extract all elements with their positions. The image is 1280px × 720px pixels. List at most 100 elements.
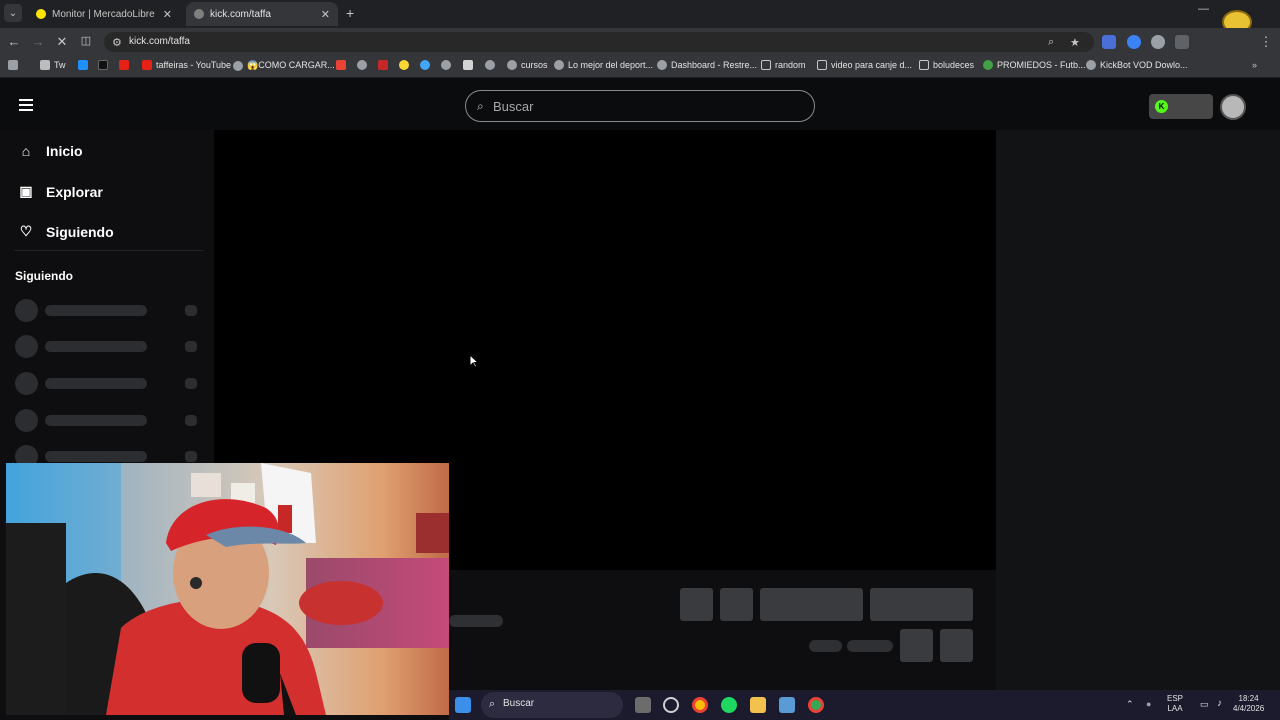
nav-explorar[interactable]: ▣ Explorar [18, 183, 103, 200]
more-bookmarks-chevron-icon[interactable]: » [1252, 60, 1257, 70]
bookmark-youtube-icon[interactable] [119, 60, 133, 70]
search-icon: ⌕ [489, 698, 496, 710]
url-text[interactable]: kick.com/taffa [129, 36, 190, 47]
keyboard-layout: LAA [1167, 704, 1183, 713]
bookmark-globe-icon[interactable] [357, 60, 371, 70]
task-view-icon[interactable] [635, 697, 651, 713]
back-arrow-icon[interactable]: ← [6, 34, 22, 49]
bookmark-cursos[interactable]: cursos [507, 60, 548, 70]
site-info-icon[interactable]: ⚙ [112, 36, 122, 49]
bookmark-folder-boludeces[interactable]: boludeces [919, 60, 974, 70]
minimize-window-icon[interactable]: — [1198, 3, 1209, 15]
bookmark-como-cargar[interactable]: 😱COMO CARGAR... [233, 60, 335, 71]
action-button-skeleton [680, 588, 713, 621]
spotify-icon[interactable] [721, 697, 737, 713]
extension-grey-icon[interactable] [1151, 35, 1165, 49]
network-icon[interactable]: ▭ [1200, 699, 1209, 710]
globe-icon [233, 60, 243, 71]
tab-mercadolibre[interactable]: Monitor | MercadoLibre ✕ [28, 2, 180, 26]
stat-skeleton [847, 640, 893, 652]
bookmark-label: 😱COMO CARGAR... [247, 60, 335, 70]
close-tab-icon[interactable]: ✕ [163, 8, 172, 21]
bookmark-yellow-icon[interactable] [399, 60, 413, 70]
mouse-cursor-icon [469, 354, 479, 368]
globe-icon [507, 60, 517, 70]
stop-loading-icon[interactable]: ✕ [54, 34, 70, 50]
nav-inicio[interactable]: ⌂ Inicio [18, 143, 83, 159]
nav-siguiendo[interactable]: ♡ Siguiendo [18, 223, 114, 240]
bookmark-folder-random[interactable]: random [761, 60, 806, 70]
bookmark-red-icon[interactable] [378, 60, 392, 70]
nav-label: Explorar [46, 183, 103, 200]
sidebar-divider [14, 250, 204, 251]
mercadolibre-favicon-icon [36, 9, 46, 19]
bookmark-tw[interactable]: Tw [40, 60, 66, 70]
channel-info-skeleton [449, 615, 503, 627]
new-tab-button[interactable]: + [346, 5, 354, 21]
taskbar-search-label: Buscar [503, 698, 535, 709]
close-tab-icon[interactable]: ✕ [321, 8, 330, 21]
bookmark-label: Tw [54, 60, 66, 70]
chrome-profile-icon[interactable] [808, 697, 824, 713]
extensions-puzzle-icon[interactable] [1175, 35, 1189, 49]
bookmark-label: Dashboard - Restre... [671, 60, 758, 70]
folder-icon [919, 60, 929, 70]
extension-blue-icon[interactable] [1127, 35, 1141, 49]
following-heading: Siguiendo [15, 269, 73, 283]
tab-search-chevron-icon[interactable]: ⌄ [4, 4, 22, 22]
more-button-skeleton [940, 629, 973, 662]
bookmark-gmail-icon[interactable] [336, 60, 350, 70]
address-bar[interactable]: ⚙ kick.com/taffa ⌕ ★ [104, 32, 1094, 52]
search-icon: ⌕ [477, 99, 484, 113]
windows-start-icon[interactable] [455, 697, 471, 713]
following-skeleton-row [15, 299, 205, 322]
bookmark-folder-video-para-canje[interactable]: video para canje d... [817, 60, 912, 70]
chat-panel [996, 130, 1280, 690]
user-avatar[interactable] [1220, 94, 1246, 120]
bookmark-lo-mejor-del-deporte[interactable]: Lo mejor del deport... [554, 60, 653, 70]
chrome-icon[interactable] [692, 697, 708, 713]
kick-rewards-button[interactable]: K [1149, 94, 1213, 119]
bookmark-taffeiras-youtube[interactable]: taffeiras - YouTube [142, 60, 231, 70]
volume-icon[interactable]: ♪ [1217, 698, 1222, 709]
microphone-icon[interactable]: ● [1146, 699, 1151, 709]
tab-title: Monitor | MercadoLibre [52, 8, 155, 20]
bookmark-dashboard-restream[interactable]: Dashboard - Restre... [657, 60, 757, 70]
globe-icon [657, 60, 667, 70]
tab-kick[interactable]: kick.com/taffa ✕ [186, 2, 338, 26]
bookmark-blue-icon[interactable] [420, 60, 434, 70]
bookmark-kickbot-vod[interactable]: KickBot VOD Dowlo... [1086, 60, 1188, 70]
nav-label: Inicio [46, 143, 83, 159]
forward-arrow-icon[interactable]: → [30, 34, 46, 49]
youtube-icon [142, 60, 152, 70]
globe-favicon-icon [194, 9, 204, 19]
microsoft-store-icon[interactable] [779, 697, 795, 713]
windows-taskbar: ⌕ Buscar ⌃ ● ESP LAA ▭ ♪ 18:24 4/4/2026 [449, 690, 1280, 720]
browser-menu-icon[interactable]: ⋮ [1258, 34, 1274, 50]
side-panel-icon[interactable]: ◫ [78, 34, 94, 47]
apps-grid-icon[interactable] [8, 60, 22, 70]
bookmark-tiktok-icon[interactable] [98, 60, 112, 70]
search-input[interactable]: ⌕ Buscar [465, 90, 815, 122]
zoom-icon[interactable]: ⌕ [1048, 36, 1054, 49]
clock[interactable]: 18:24 4/4/2026 [1233, 694, 1264, 714]
file-explorer-icon[interactable] [750, 697, 766, 713]
bookmark-label: PROMIEDOS - Futb... [997, 60, 1086, 70]
language-indicator[interactable]: ESP LAA [1167, 694, 1183, 714]
bookmark-globe-icon[interactable] [485, 60, 499, 70]
extension-translate-icon[interactable] [1102, 35, 1116, 49]
hamburger-menu-icon[interactable] [19, 99, 33, 111]
clock-time: 18:24 [1238, 694, 1259, 703]
bookmark-label: Lo mejor del deport... [568, 60, 654, 70]
globe-icon [554, 60, 564, 70]
browser-tab-strip: ⌄ Monitor | MercadoLibre ✕ kick.com/taff… [0, 0, 1280, 34]
bookmark-star-icon[interactable]: ★ [1070, 36, 1080, 49]
bookmark-twitch-icon[interactable] [78, 60, 92, 70]
bookmark-instagram-icon[interactable] [463, 60, 477, 70]
bookmark-globe-icon[interactable] [441, 60, 455, 70]
tray-chevron-icon[interactable]: ⌃ [1126, 699, 1134, 710]
folder-icon [817, 60, 827, 70]
bookmark-promiedos[interactable]: PROMIEDOS - Futb... [983, 60, 1086, 70]
obs-icon[interactable] [663, 697, 679, 713]
language-code: ESP [1167, 694, 1184, 703]
